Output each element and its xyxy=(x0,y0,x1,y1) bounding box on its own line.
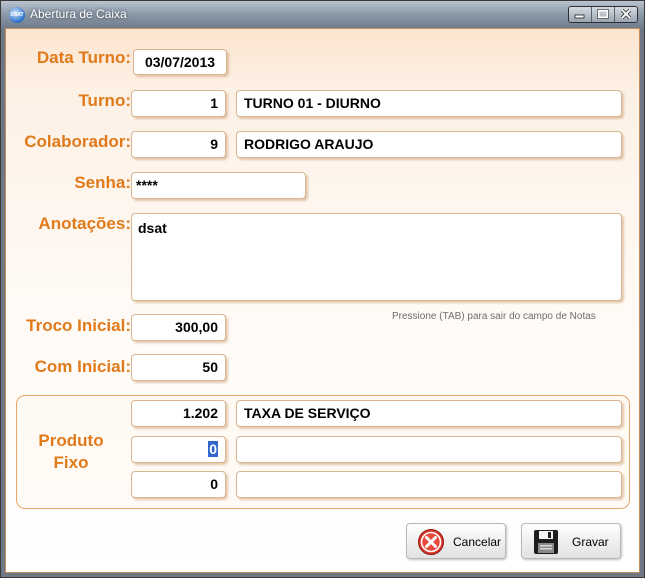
maximize-icon xyxy=(597,9,609,19)
label-anotacoes: Anotações: xyxy=(38,214,131,233)
close-icon xyxy=(620,9,632,19)
cancel-button[interactable]: Cancelar xyxy=(406,523,506,559)
title-bar[interactable]: DSAT Abertura de Caixa xyxy=(1,1,644,28)
turno-code-field[interactable]: 1 xyxy=(131,90,226,117)
cancel-icon xyxy=(418,529,444,555)
floppy-disk-icon xyxy=(534,530,558,554)
label-colaborador: Colaborador: xyxy=(24,132,131,151)
produto-description-field-1: TAXA DE SERVIÇO xyxy=(236,400,622,427)
produto-description-field-2 xyxy=(236,436,622,463)
save-button[interactable]: Gravar xyxy=(521,523,621,559)
label-com-inicial: Com Inicial: xyxy=(34,357,131,376)
produto-code-field-1[interactable]: 1.202 xyxy=(131,400,226,427)
turno-description-field: TURNO 01 - DIURNO xyxy=(236,90,622,117)
app-icon: DSAT xyxy=(9,7,25,23)
data-turno-field[interactable]: 03/07/2013 xyxy=(133,49,227,75)
produto-code-field-3[interactable]: 0 xyxy=(131,471,226,498)
senha-field[interactable]: **** xyxy=(131,172,306,199)
save-label: Gravar xyxy=(572,535,609,549)
window-title: Abertura de Caixa xyxy=(30,7,127,21)
produto-fixo-label-line2: Fixo xyxy=(53,453,89,472)
colaborador-name-field: RODRIGO ARAUJO xyxy=(236,131,622,158)
produto-description-field-3 xyxy=(236,471,622,498)
label-data-turno: Data Turno: xyxy=(36,48,131,67)
produto-code-field-2[interactable]: 0 xyxy=(131,436,226,463)
com-inicial-field[interactable]: 50 xyxy=(131,354,226,381)
anotacoes-hint: Pressione (TAB) para sair do campo de No… xyxy=(392,311,596,322)
minimize-button[interactable] xyxy=(569,7,591,22)
label-troco-inicial: Troco Inicial: xyxy=(26,316,131,335)
produto-fixo-label-line1: Produto xyxy=(38,431,104,450)
cancel-label: Cancelar xyxy=(453,535,502,549)
close-button[interactable] xyxy=(614,7,637,22)
label-senha: Senha: xyxy=(74,173,131,192)
label-turno: Turno: xyxy=(78,91,131,110)
window-controls xyxy=(568,6,638,23)
anotacoes-textarea[interactable]: dsat xyxy=(131,213,622,301)
troco-inicial-field[interactable]: 300,00 xyxy=(131,314,226,341)
minimize-icon xyxy=(574,14,585,19)
colaborador-code-field[interactable]: 9 xyxy=(131,131,226,158)
produto-fixo-label: Produto Fixo xyxy=(28,430,114,474)
produto-code-2-selection: 0 xyxy=(208,441,218,457)
maximize-button[interactable] xyxy=(591,7,614,22)
